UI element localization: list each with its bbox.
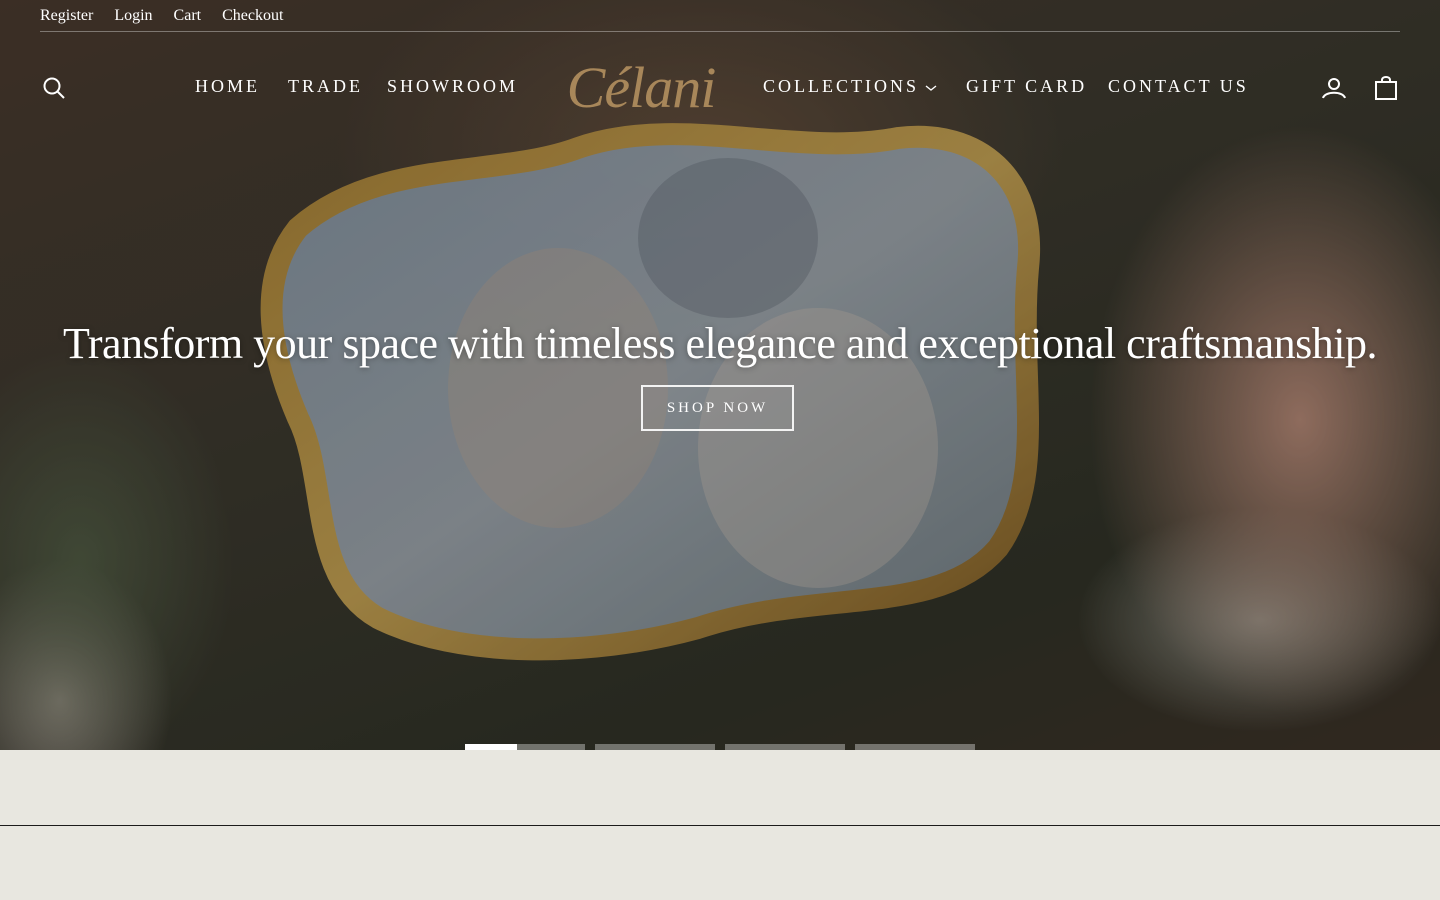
chevron-down-icon	[925, 85, 937, 91]
nav-item-gift-card[interactable]: GIFT CARD	[966, 76, 1087, 97]
search-icon	[43, 77, 65, 99]
utility-link-cart[interactable]: Cart	[174, 7, 202, 25]
utility-link-checkout[interactable]: Checkout	[222, 7, 283, 25]
nav-item-contact-us[interactable]: CONTACT US	[1108, 76, 1249, 97]
account-button[interactable]	[1318, 72, 1350, 104]
search-button[interactable]	[38, 72, 70, 104]
nav-item-collections[interactable]: COLLECTIONS	[763, 76, 937, 97]
cart-button[interactable]	[1370, 72, 1402, 104]
site-logo[interactable]: Célani	[556, 59, 726, 117]
utility-link-register[interactable]: Register	[40, 7, 93, 25]
nav-item-home[interactable]: HOME	[195, 76, 260, 97]
account-icon	[1322, 78, 1346, 99]
nav-item-trade[interactable]: TRADE	[288, 76, 363, 97]
nav-item-showroom[interactable]: SHOWROOM	[387, 76, 518, 97]
utility-bar: Register Login Cart Checkout	[40, 0, 1400, 32]
shop-now-button[interactable]: SHOP NOW	[641, 385, 794, 431]
lower-section	[0, 826, 1440, 900]
bag-icon	[1375, 76, 1397, 100]
utility-link-login[interactable]: Login	[114, 7, 152, 25]
content-band	[0, 750, 1440, 825]
main-nav: HOME TRADE SHOWROOM Célani COLLECTIONS G…	[0, 59, 1440, 117]
nav-item-collections-label: COLLECTIONS	[763, 76, 919, 96]
hero-headline: Transform your space with timeless elega…	[63, 319, 1377, 368]
